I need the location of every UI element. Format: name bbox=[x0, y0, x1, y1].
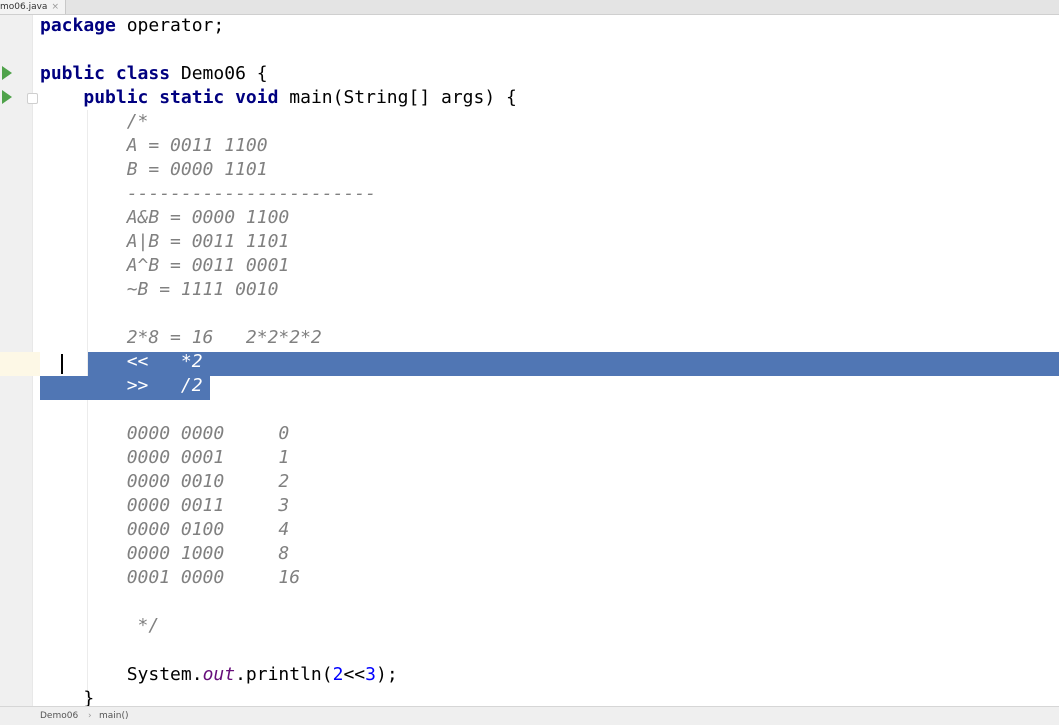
comment-line[interactable]: 0000 0011 3 bbox=[40, 494, 290, 518]
code-line-class[interactable]: public class Demo06 { bbox=[40, 62, 268, 86]
run-main-icon[interactable] bbox=[2, 90, 12, 104]
comment-line[interactable]: A = 0011 1100 bbox=[40, 134, 268, 158]
breadcrumb-bar: Demo06 › main() bbox=[0, 706, 1059, 725]
editor-tab-bar: mo06.java × bbox=[0, 0, 1059, 15]
comment-line-selected[interactable]: >> /2 bbox=[40, 374, 203, 398]
comment-line[interactable]: /* bbox=[40, 110, 149, 134]
package-name: operator; bbox=[115, 15, 225, 36]
comment-line[interactable]: A&B = 0000 1100 bbox=[40, 206, 290, 230]
comment-line[interactable]: 0000 0001 1 bbox=[40, 446, 290, 470]
comment-line[interactable]: 0000 0000 0 bbox=[40, 422, 290, 446]
comment-line[interactable]: 0000 0010 2 bbox=[40, 470, 290, 494]
code-line-close-brace[interactable]: } bbox=[40, 687, 94, 706]
number-literal: 3 bbox=[365, 664, 376, 685]
comment-line[interactable]: ----------------------- bbox=[40, 182, 376, 206]
comment-line[interactable]: A|B = 0011 1101 bbox=[40, 230, 290, 254]
breadcrumb-separator-icon: › bbox=[88, 711, 92, 721]
comment-line[interactable]: ~B = 1111 0010 bbox=[40, 278, 279, 302]
comment-line[interactable]: */ bbox=[40, 614, 160, 638]
file-tab-title: mo06.java bbox=[0, 1, 48, 12]
code-line-package[interactable]: package operator; bbox=[40, 14, 224, 38]
fold-marker-icon[interactable] bbox=[27, 93, 38, 104]
comment-line[interactable]: 0001 0000 16 bbox=[40, 566, 300, 590]
comment-line[interactable]: 2*8 = 16 2*2*2*2 bbox=[40, 326, 322, 350]
current-line-highlight bbox=[0, 352, 40, 376]
comment-line[interactable]: A^B = 0011 0001 bbox=[40, 254, 290, 278]
breadcrumb-class[interactable]: Demo06 bbox=[40, 707, 78, 725]
number-literal: 2 bbox=[332, 664, 344, 685]
tab-close-icon[interactable]: × bbox=[51, 1, 59, 14]
comment-line[interactable]: B = 0000 1101 bbox=[40, 158, 268, 182]
comment-line[interactable]: 0000 0100 4 bbox=[40, 518, 290, 542]
run-class-icon[interactable] bbox=[2, 66, 12, 80]
breadcrumb-method[interactable]: main() bbox=[99, 707, 129, 725]
keyword-package: package bbox=[40, 15, 116, 36]
file-tab-demo06[interactable]: mo06.java × bbox=[0, 0, 66, 14]
comment-line[interactable]: 0000 1000 8 bbox=[40, 542, 290, 566]
selection-line-1 bbox=[88, 352, 1059, 376]
code-line-main[interactable]: public static void main(String[] args) { bbox=[40, 86, 517, 110]
static-field-out: out bbox=[202, 664, 236, 685]
code-line-println[interactable]: System.out.println(2<<3); bbox=[40, 663, 398, 687]
comment-line-selected[interactable]: << *2 bbox=[40, 350, 203, 374]
